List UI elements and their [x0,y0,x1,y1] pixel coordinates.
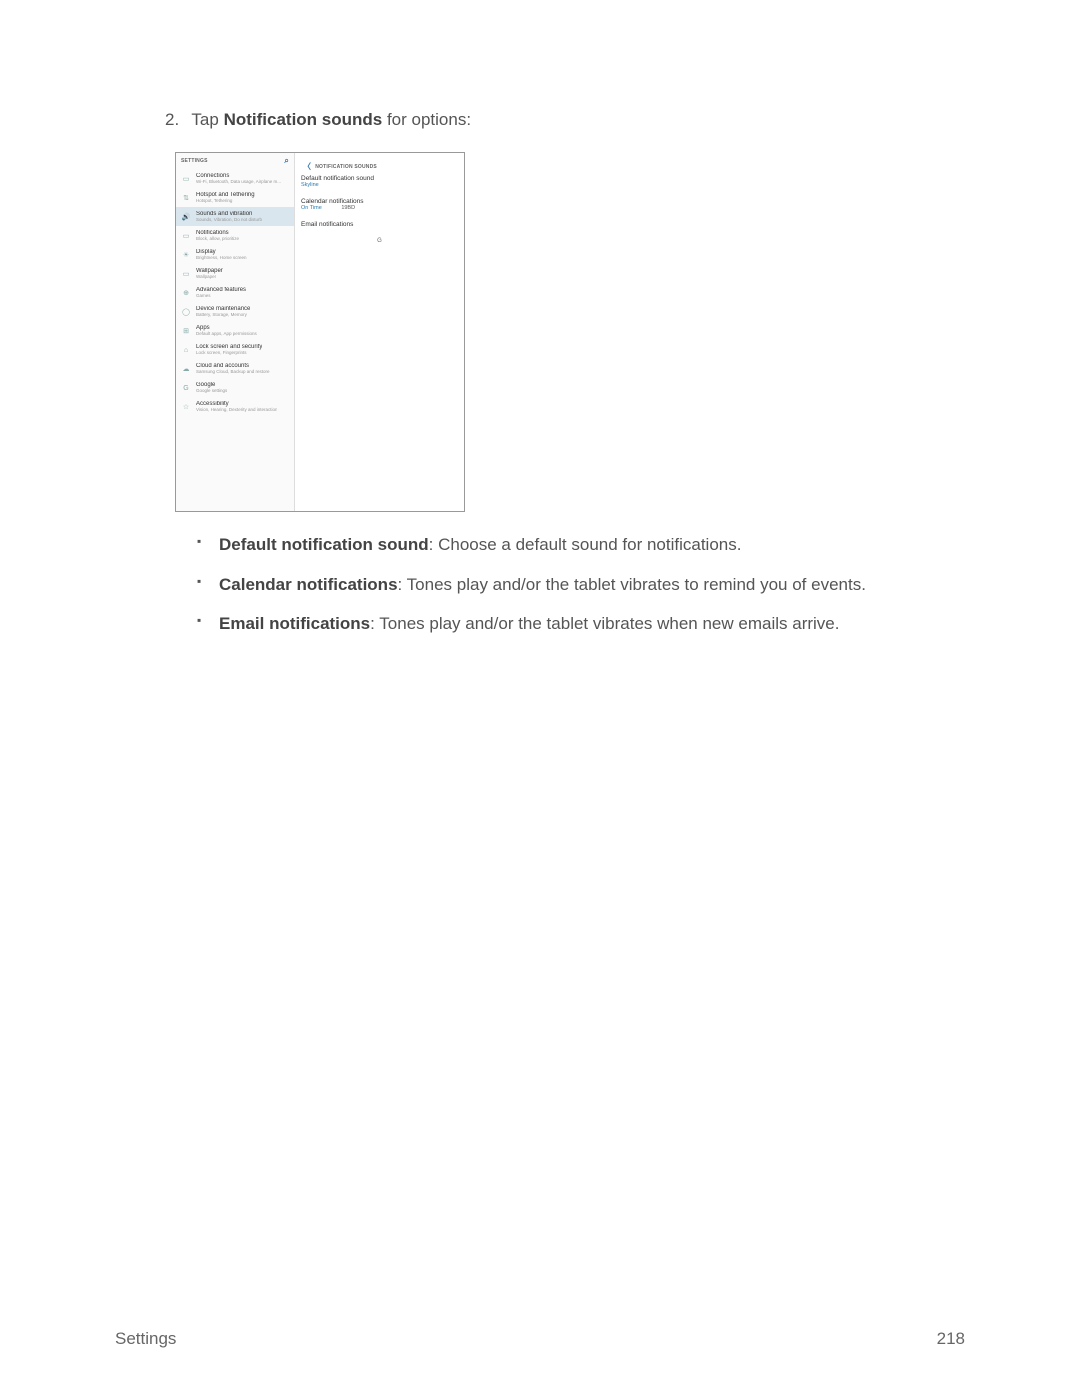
step-number: 2. [165,110,187,130]
sidebar-item-icon: 🔊 [181,212,191,222]
sidebar-item-advanced-features[interactable]: ⊕Advanced featuresGames [176,283,294,302]
step-bold: Notification sounds [224,110,383,129]
footer-page-number: 218 [937,1329,965,1349]
sidebar-item-lock-screen-and-security[interactable]: ⌂Lock screen and securityLock screen, Fi… [176,340,294,359]
sidebar-item-icon: ◯ [181,307,191,317]
sidebar-item-desc: Wallpaper [196,274,223,279]
panel-mid-letter: G [301,238,458,244]
bullet-item: Default notification sound: Choose a def… [197,532,965,558]
panel-item-value: Skyline [301,182,458,188]
sidebar-item-connections[interactable]: ▭ConnectionsWi-Fi, Bluetooth, Data usage… [176,169,294,188]
notification-sounds-panel: 〈 NOTIFICATION SOUNDS Default notificati… [294,153,464,511]
sidebar-item-icon: ▭ [181,269,191,279]
panel-item-calendar-notifications[interactable]: Calendar notificationsOn Time 19BD [301,198,458,211]
bullet-bold: Calendar notifications [219,575,398,594]
sidebar-item-desc: Battery, Storage, Memory [196,312,250,317]
sidebar-item-device-maintenance[interactable]: ◯Device maintenanceBattery, Storage, Mem… [176,302,294,321]
sidebar-item-icon: ⊕ [181,288,191,298]
bullet-bold: Default notification sound [219,535,429,554]
sidebar-item-desc: Samsung Cloud, Backup and restore [196,369,270,374]
sidebar-item-cloud-and-accounts[interactable]: ☁Cloud and accountsSamsung Cloud, Backup… [176,359,294,378]
settings-sidebar: SETTINGS ⌕ ▭ConnectionsWi-Fi, Bluetooth,… [176,153,294,511]
bullet-item: Email notifications: Tones play and/or t… [197,611,965,637]
sidebar-item-icon: ⌂ [181,345,191,355]
sidebar-item-desc: Sounds, Vibration, Do not disturb [196,217,262,222]
bullet-bold: Email notifications [219,614,370,633]
sidebar-item-desc: Vision, Hearing, Dexterity and interacti… [196,407,277,412]
panel-header: 〈 NOTIFICATION SOUNDS [301,158,458,175]
settings-header: SETTINGS ⌕ [176,153,294,169]
panel-item-email-notifications[interactable]: Email notifications [301,221,458,228]
sidebar-item-icon: ▭ [181,231,191,241]
sidebar-item-desc: Brightness, Home screen [196,255,247,260]
sidebar-item-accessibility[interactable]: ☆AccessibilityVision, Hearing, Dexterity… [176,397,294,416]
sidebar-item-desc: Lock screen, Fingerprints [196,350,262,355]
option-descriptions: Default notification sound: Choose a def… [197,532,965,637]
sidebar-item-icon: ☆ [181,402,191,412]
embedded-screenshot: SETTINGS ⌕ ▭ConnectionsWi-Fi, Bluetooth,… [175,152,465,512]
back-icon[interactable]: 〈 [303,161,311,172]
sidebar-item-icon: ☁ [181,364,191,374]
sidebar-item-wallpaper[interactable]: ▭WallpaperWallpaper [176,264,294,283]
step-prefix: Tap [191,110,223,129]
sidebar-item-icon: G [181,383,191,393]
search-icon[interactable]: ⌕ [284,156,289,166]
bullet-text: : Tones play and/or the tablet vibrates … [398,575,866,594]
sidebar-item-desc: Games [196,293,246,298]
sidebar-item-apps[interactable]: ⊞AppsDefault apps, App permissions [176,321,294,340]
panel-header-label: NOTIFICATION SOUNDS [315,164,377,170]
page-footer: Settings 218 [115,1329,965,1349]
sidebar-item-desc: Block, allow, prioritize [196,236,239,241]
sidebar-item-desc: Hotspot, Tethering [196,198,255,203]
sidebar-item-desc: Google settings [196,388,227,393]
panel-item-title: Calendar notifications [301,198,458,205]
bullet-text: : Tones play and/or the tablet vibrates … [370,614,839,633]
sidebar-item-icon: ⇅ [181,193,191,203]
sidebar-item-hotspot-and-tethering[interactable]: ⇅Hotspot and TetheringHotspot, Tethering [176,188,294,207]
sidebar-item-desc: Default apps, App permissions [196,331,257,336]
panel-item-title: Email notifications [301,221,458,228]
sidebar-item-google[interactable]: GGoogleGoogle settings [176,378,294,397]
panel-item-title: Default notification sound [301,175,458,182]
bullet-item: Calendar notifications: Tones play and/o… [197,572,965,598]
panel-item-value: On Time 19BD [301,205,458,211]
sidebar-item-icon: ☀ [181,250,191,260]
sidebar-item-display[interactable]: ☀DisplayBrightness, Home screen [176,245,294,264]
sidebar-item-desc: Wi-Fi, Bluetooth, Data usage, Airplane m… [196,179,281,184]
step-instruction: 2. Tap Notification sounds for options: [165,110,965,130]
sidebar-item-icon: ⊞ [181,326,191,336]
sidebar-item-sounds-and-vibration[interactable]: 🔊Sounds and vibrationSounds, Vibration, … [176,207,294,226]
panel-item-default-notification-sound[interactable]: Default notification soundSkyline [301,175,458,188]
footer-section: Settings [115,1329,176,1349]
step-suffix: for options: [382,110,471,129]
bullet-text: : Choose a default sound for notificatio… [429,535,742,554]
sidebar-item-notifications[interactable]: ▭NotificationsBlock, allow, prioritize [176,226,294,245]
settings-header-label: SETTINGS [181,158,208,164]
sidebar-item-icon: ▭ [181,174,191,184]
